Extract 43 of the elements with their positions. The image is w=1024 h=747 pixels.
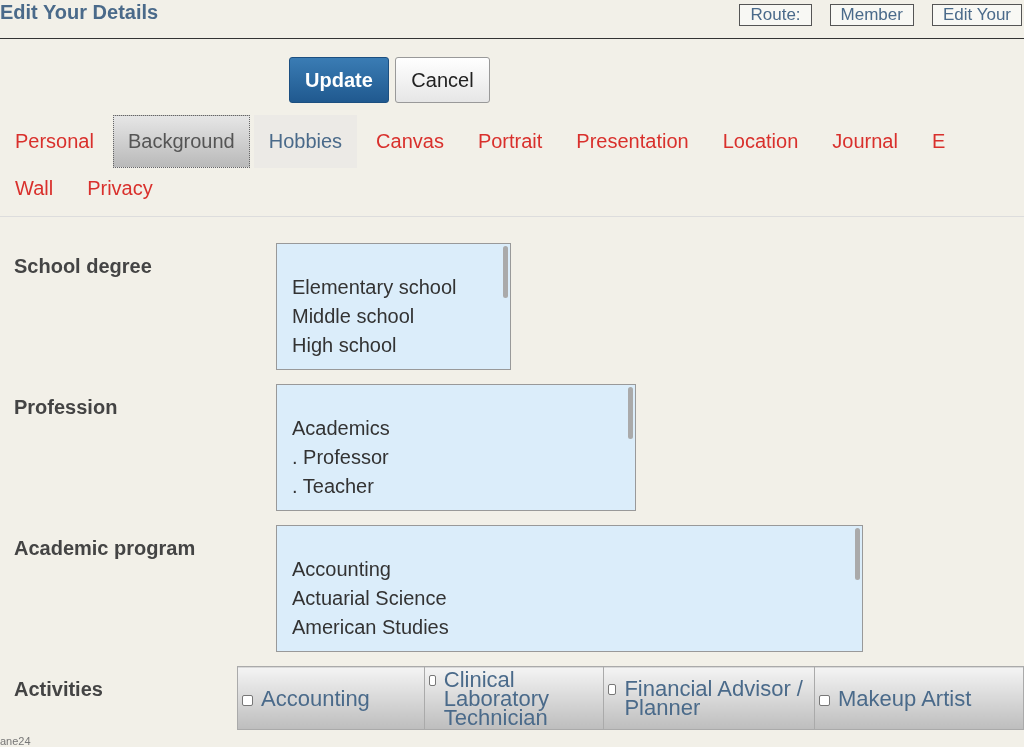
checkbox[interactable] bbox=[608, 684, 617, 695]
tab[interactable]: Portrait bbox=[462, 115, 558, 168]
tab[interactable]: Wall bbox=[0, 168, 69, 208]
tab[interactable]: Canvas bbox=[361, 115, 459, 168]
checkbox[interactable] bbox=[242, 695, 253, 706]
tab[interactable]: Hobbies bbox=[253, 115, 358, 168]
scrollbar[interactable] bbox=[628, 387, 633, 439]
status-text: ane24 bbox=[0, 735, 31, 747]
list-option[interactable]: Accounting bbox=[292, 555, 847, 584]
list-option[interactable]: American Studies bbox=[292, 613, 847, 642]
breadcrumb-link[interactable]: Member bbox=[829, 4, 914, 26]
page-title: Edit Your Details bbox=[0, 1, 159, 24]
scrollbar[interactable] bbox=[855, 528, 860, 580]
field-label: Profession bbox=[13, 395, 119, 420]
tab[interactable]: E bbox=[916, 115, 961, 168]
tab[interactable]: Journal bbox=[817, 115, 913, 168]
checkbox[interactable] bbox=[819, 695, 830, 706]
field-label: School degree bbox=[13, 254, 153, 279]
list-option[interactable]: High school bbox=[292, 331, 495, 360]
list-option[interactable]: Elementary school bbox=[292, 273, 495, 302]
list-option[interactable]: Middle school bbox=[292, 302, 495, 331]
cancel-button[interactable]: Cancel bbox=[395, 57, 490, 103]
breadcrumb-link[interactable]: Route: bbox=[739, 4, 812, 26]
tab[interactable]: Privacy bbox=[72, 168, 168, 208]
breadcrumb-link[interactable]: Edit Your bbox=[931, 4, 1022, 26]
tab[interactable]: Personal bbox=[0, 115, 109, 168]
list-option[interactable]: Academics bbox=[292, 414, 620, 443]
tab[interactable]: Presentation bbox=[561, 115, 704, 168]
activity-label: Financial Advisor / Planner bbox=[624, 679, 804, 717]
list-box[interactable]: Academics . Professor . Teacher bbox=[276, 384, 636, 511]
field-label: Academic program bbox=[13, 536, 197, 561]
activity-label: Clinical Laboratory Technician bbox=[443, 669, 550, 727]
update-button[interactable]: Update bbox=[289, 57, 389, 103]
checkbox[interactable] bbox=[429, 674, 436, 686]
tab[interactable]: Location bbox=[707, 115, 814, 168]
tab[interactable]: Background bbox=[112, 115, 250, 168]
list-option[interactable]: . Professor bbox=[292, 443, 620, 472]
list-option[interactable]: Actuarial Science bbox=[292, 584, 847, 613]
list-option[interactable]: . Teacher bbox=[292, 472, 620, 501]
list-box[interactable]: Elementary school Middle school High school bbox=[276, 243, 511, 370]
field-label: Activities bbox=[13, 677, 104, 702]
list-box[interactable]: Accounting Actuarial Science American Studies bbox=[276, 525, 863, 652]
scrollbar[interactable] bbox=[503, 246, 508, 298]
